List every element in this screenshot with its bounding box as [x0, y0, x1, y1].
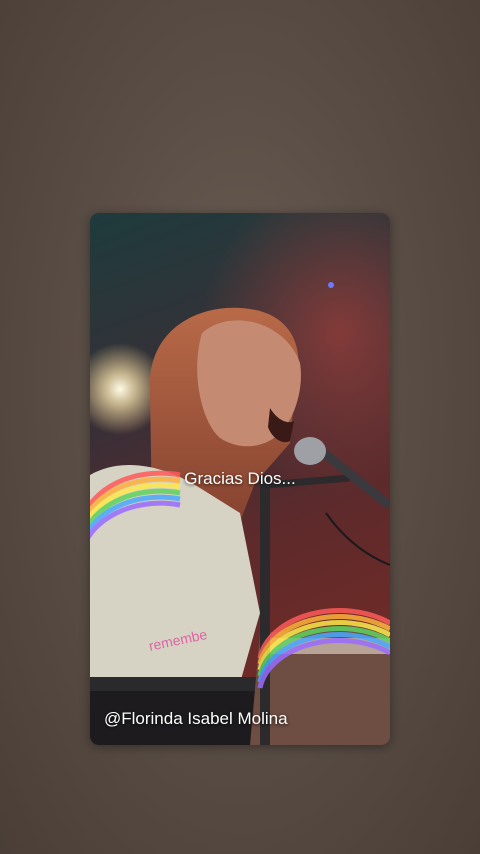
mic-stand — [260, 475, 270, 745]
microphone — [294, 437, 326, 465]
story-media-card[interactable]: remembe Gracias Dios... @Florinda Isabel… — [90, 213, 390, 745]
author-credit: @Florinda Isabel Molina — [104, 709, 288, 728]
story-caption: Gracias Dios... — [184, 469, 296, 488]
blue-light-dot — [328, 282, 334, 288]
